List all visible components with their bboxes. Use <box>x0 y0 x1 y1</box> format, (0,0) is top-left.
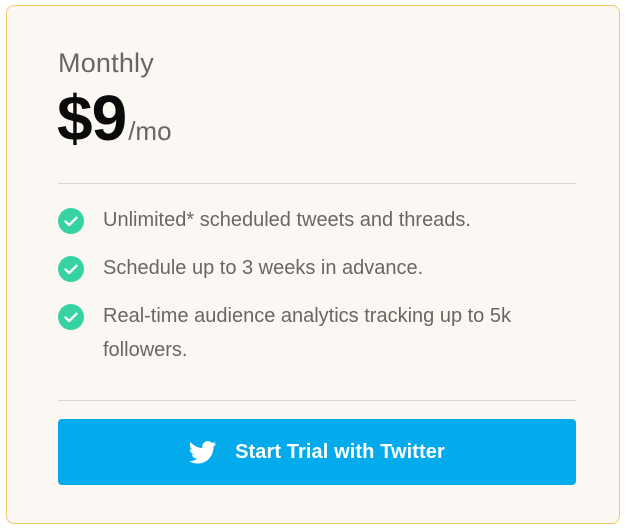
check-circle-icon <box>58 304 84 330</box>
feature-item: Schedule up to 3 weeks in advance. <box>58 254 576 285</box>
feature-item: Unlimited* scheduled tweets and threads. <box>58 206 576 237</box>
plan-name: Monthly <box>58 48 154 78</box>
feature-text: Schedule up to 3 weeks in advance. <box>103 257 424 279</box>
start-trial-button-label: Start Trial with Twitter <box>235 440 445 463</box>
price-amount: $9 <box>57 82 127 154</box>
divider-top <box>58 183 576 184</box>
price-period: /mo <box>128 116 172 146</box>
feature-text: Real-time audience analytics tracking up… <box>103 305 511 361</box>
divider-bottom <box>58 400 576 401</box>
twitter-bird-icon <box>189 440 217 464</box>
feature-text: Unlimited* scheduled tweets and threads. <box>103 209 471 231</box>
price-row: $9 /mo <box>57 86 172 150</box>
start-trial-button[interactable]: Start Trial with Twitter <box>58 419 576 485</box>
feature-item: Real-time audience analytics tracking up… <box>58 302 576 367</box>
check-circle-icon <box>58 208 84 234</box>
pricing-card: Monthly $9 /mo Unlimited* scheduled twee… <box>6 5 620 524</box>
check-circle-icon <box>58 256 84 282</box>
feature-list: Unlimited* scheduled tweets and threads.… <box>58 206 576 384</box>
